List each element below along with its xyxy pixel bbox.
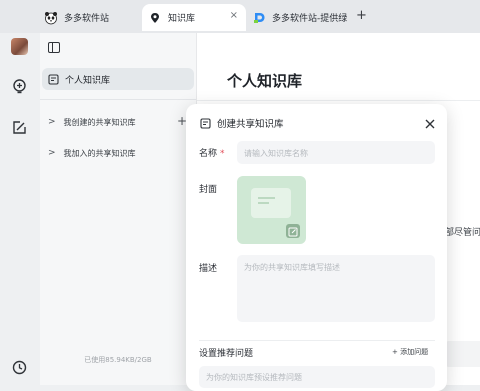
tab-title: 多多软件站-提供绿 — [272, 14, 348, 24]
cover-image[interactable] — [237, 176, 306, 244]
history-clock-icon[interactable] — [11, 359, 28, 376]
add-question-button[interactable]: + 添加问题 — [392, 347, 428, 357]
avatar[interactable] — [11, 38, 28, 55]
required-mark: * — [220, 149, 225, 159]
sidebar-group-label: 我加入的共享知识库 — [63, 148, 136, 158]
background-input-box — [445, 341, 480, 367]
edit-cover-icon[interactable] — [286, 224, 300, 238]
dialog-divider — [199, 340, 435, 341]
create-shared-kb-dialog: 创建共享知识库 名称 * 请输入知识库名称 封面 描述 为你的共享知识库填写描述 … — [186, 104, 447, 391]
description-label: 描述 — [199, 264, 218, 274]
dialog-header: 创建共享知识库 — [200, 116, 284, 130]
tab-duoduo-software[interactable]: 多多软件站 — [44, 4, 140, 31]
tab-title: 多多软件站 — [64, 14, 110, 24]
sidebar-divider — [40, 99, 196, 100]
page-title: 个人知识库 — [227, 72, 303, 90]
sidebar-toggle-icon[interactable] — [48, 42, 60, 53]
lightbulb-add-icon[interactable] — [11, 78, 28, 95]
knowledge-base-icon — [48, 73, 59, 85]
sidebar-item-personal-kb[interactable]: 个人知识库 — [42, 68, 194, 90]
tab-knowledge-base[interactable]: 知识库 × — [142, 4, 246, 31]
sidebar-group-joined[interactable]: > 我加入的共享知识库 — [48, 146, 136, 160]
knowledge-base-icon — [200, 117, 211, 129]
cover-label: 封面 — [199, 185, 218, 195]
browser-tab-bar: 多多软件站 知识库 × 多多软件站-提供绿 + — [0, 0, 480, 33]
new-tab-button[interactable]: + — [356, 8, 367, 23]
close-icon[interactable] — [424, 115, 436, 129]
faq-section-label: 设置推荐问题 — [199, 349, 254, 359]
sidebar-item-label: 个人知识库 — [65, 75, 111, 86]
sidebar-group-label: 我创建的共享知识库 — [63, 117, 136, 127]
chevron-right-icon: > — [48, 117, 56, 127]
name-input[interactable]: 请输入知识库名称 — [237, 141, 435, 164]
d-logo-icon — [252, 11, 266, 25]
background-text: 部尽管问 — [445, 228, 480, 238]
faq-input[interactable]: 为你的知识库预设推荐问题 — [199, 366, 435, 388]
storage-usage: 已使用85.94KB/2GB — [84, 356, 152, 364]
cover-doc-icon — [251, 188, 291, 218]
sidebar-group-created[interactable]: > 我创建的共享知识库 — [48, 115, 136, 129]
main-divider — [197, 100, 480, 101]
chevron-right-icon: > — [48, 148, 56, 158]
left-rail — [0, 33, 40, 391]
close-tab-icon[interactable]: × — [230, 10, 238, 21]
edit-board-icon[interactable] — [11, 119, 28, 136]
panda-icon — [44, 11, 58, 25]
name-label: 名称 * — [199, 149, 225, 159]
tab-duoduo-green[interactable]: 多多软件站-提供绿 — [252, 4, 348, 31]
tab-title: 知识库 — [168, 14, 196, 24]
dialog-title: 创建共享知识库 — [217, 119, 284, 130]
knowledge-sidebar: 个人知识库 > 我创建的共享知识库 + > 我加入的共享知识库 已使用85.94… — [40, 33, 197, 385]
lightbulb-pin-icon — [148, 11, 162, 25]
description-input[interactable]: 为你的共享知识库填写描述 — [237, 255, 435, 322]
